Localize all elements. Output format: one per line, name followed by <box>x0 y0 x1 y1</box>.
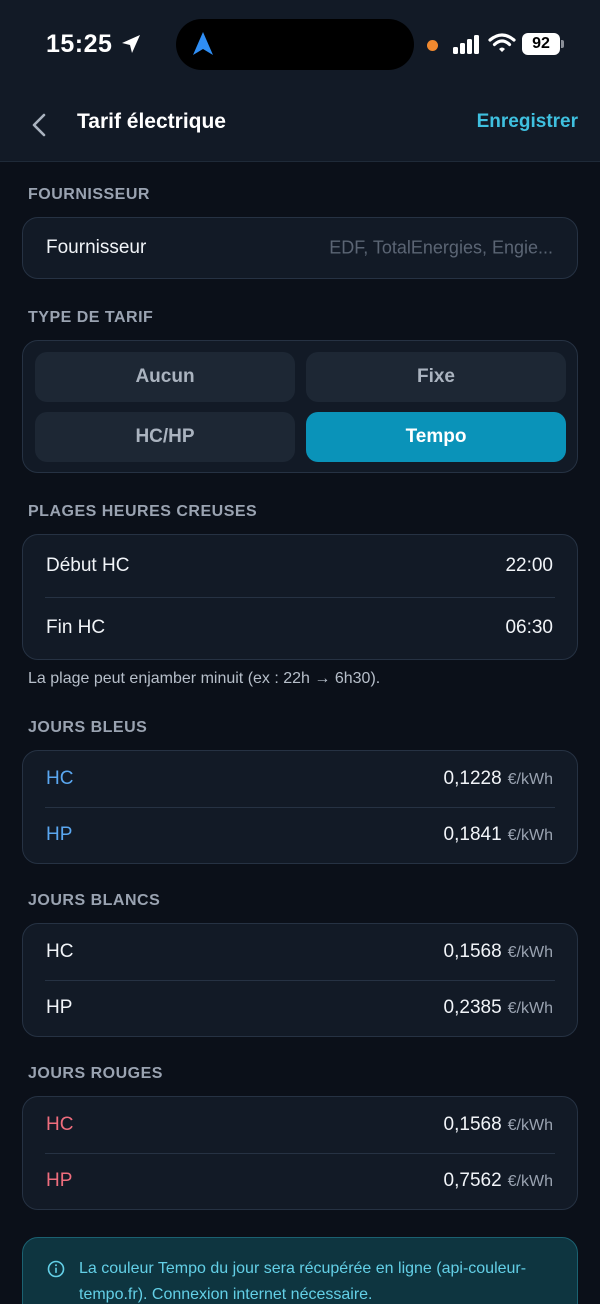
red-hp-value[interactable]: 0,7562 <box>444 1170 502 1191</box>
off-peak-end-row[interactable]: Fin HC 06:30 <box>23 597 577 659</box>
tariff-type-selector: Aucun Fixe HC/HP Tempo <box>22 340 578 473</box>
navigation-arrow-icon <box>193 32 213 55</box>
white-hp-row[interactable]: HP 0,2385 €/kWh <box>23 980 577 1036</box>
red-hc-price[interactable]: 0,1568 €/kWh <box>444 1114 553 1136</box>
blue-hc-price[interactable]: 0,1228 €/kWh <box>444 768 553 790</box>
status-time: 15:25 <box>46 30 113 58</box>
white-hc-value[interactable]: 0,1568 <box>444 941 502 962</box>
off-peak-start-row[interactable]: Début HC 22:00 <box>23 535 577 597</box>
blue-hp-value[interactable]: 0,1841 <box>444 824 502 845</box>
page-title: Tarif électrique <box>77 110 226 133</box>
section-title-blue-days: JOURS BLEUS <box>28 719 148 736</box>
blue-hc-value[interactable]: 0,1228 <box>444 768 502 789</box>
red-hp-unit: €/kWh <box>507 1173 553 1190</box>
white-hp-price[interactable]: 0,2385 €/kWh <box>444 997 553 1019</box>
white-hp-label: HP <box>46 997 73 1018</box>
blue-hc-label: HC <box>46 768 74 789</box>
off-peak-hint: La plage peut enjamber minuit (ex : 22h … <box>28 670 381 687</box>
red-hc-value[interactable]: 0,1568 <box>444 1114 502 1135</box>
off-peak-start-label: Début HC <box>46 555 130 576</box>
white-hp-unit: €/kWh <box>507 1000 553 1017</box>
status-bar: 15:25 92 <box>0 0 600 90</box>
white-hc-row[interactable]: HC 0,1568 €/kWh <box>23 924 577 980</box>
supplier-row[interactable]: Fournisseur EDF, TotalEnergies, Engie... <box>23 218 577 278</box>
chevron-left-icon[interactable] <box>30 112 48 138</box>
info-icon <box>47 1260 65 1278</box>
location-arrow-icon <box>122 35 140 53</box>
blue-days-card: HC 0,1228 €/kWh HP 0,1841 €/kWh <box>22 750 578 864</box>
supplier-input[interactable]: EDF, TotalEnergies, Engie... <box>329 238 553 259</box>
battery-level: 92 <box>522 33 560 55</box>
dynamic-island <box>176 19 414 70</box>
red-hp-row[interactable]: HP 0,7562 €/kWh <box>23 1153 577 1209</box>
section-title-supplier: FOURNISSEUR <box>28 186 150 203</box>
red-hp-label: HP <box>46 1170 73 1191</box>
white-hc-unit: €/kWh <box>507 944 553 961</box>
tariff-option-hchp[interactable]: HC/HP <box>35 412 295 462</box>
tariff-option-tempo[interactable]: Tempo <box>306 412 566 462</box>
save-button[interactable]: Enregistrer <box>477 111 578 133</box>
white-hp-value[interactable]: 0,2385 <box>444 997 502 1018</box>
supplier-card: Fournisseur EDF, TotalEnergies, Engie... <box>22 217 578 279</box>
section-title-red-days: JOURS ROUGES <box>28 1065 163 1082</box>
white-hc-label: HC <box>46 941 74 962</box>
red-days-card: HC 0,1568 €/kWh HP 0,7562 €/kWh <box>22 1096 578 1210</box>
blue-hp-label: HP <box>46 824 73 845</box>
blue-hp-unit: €/kWh <box>507 827 553 844</box>
section-title-white-days: JOURS BLANCS <box>28 892 161 909</box>
section-title-tariff-type: TYPE DE TARIF <box>28 309 154 326</box>
red-hc-unit: €/kWh <box>507 1117 553 1134</box>
off-peak-end-value[interactable]: 06:30 <box>505 617 553 639</box>
white-hc-price[interactable]: 0,1568 €/kWh <box>444 941 553 963</box>
nav-bar: Tarif électrique Enregistrer <box>0 90 600 162</box>
wifi-icon <box>488 33 516 52</box>
tariff-option-fixe[interactable]: Fixe <box>306 352 566 402</box>
screen: 15:25 92 Tarif électrique Enregistrer FO… <box>0 0 600 1304</box>
supplier-label: Fournisseur <box>46 237 147 258</box>
blue-hc-unit: €/kWh <box>507 771 553 788</box>
off-peak-card: Début HC 22:00 Fin HC 06:30 <box>22 534 578 660</box>
off-peak-end-label: Fin HC <box>46 617 106 638</box>
tempo-info-box: La couleur Tempo du jour sera récupérée … <box>22 1237 578 1304</box>
blue-hp-price[interactable]: 0,1841 €/kWh <box>444 824 553 846</box>
red-hc-label: HC <box>46 1114 74 1135</box>
tariff-option-aucun[interactable]: Aucun <box>35 352 295 402</box>
red-hc-row[interactable]: HC 0,1568 €/kWh <box>23 1097 577 1153</box>
cellular-signal-icon <box>453 34 481 54</box>
privacy-indicator-icon <box>427 40 438 51</box>
off-peak-start-value[interactable]: 22:00 <box>505 555 553 577</box>
red-hp-price[interactable]: 0,7562 €/kWh <box>444 1170 553 1192</box>
battery-icon <box>561 40 564 48</box>
blue-hp-row[interactable]: HP 0,1841 €/kWh <box>23 807 577 863</box>
blue-hc-row[interactable]: HC 0,1228 €/kWh <box>23 751 577 807</box>
section-title-off-peak: PLAGES HEURES CREUSES <box>28 503 258 520</box>
white-days-card: HC 0,1568 €/kWh HP 0,2385 €/kWh <box>22 923 578 1037</box>
tempo-info-text: La couleur Tempo du jour sera récupérée … <box>79 1260 527 1303</box>
